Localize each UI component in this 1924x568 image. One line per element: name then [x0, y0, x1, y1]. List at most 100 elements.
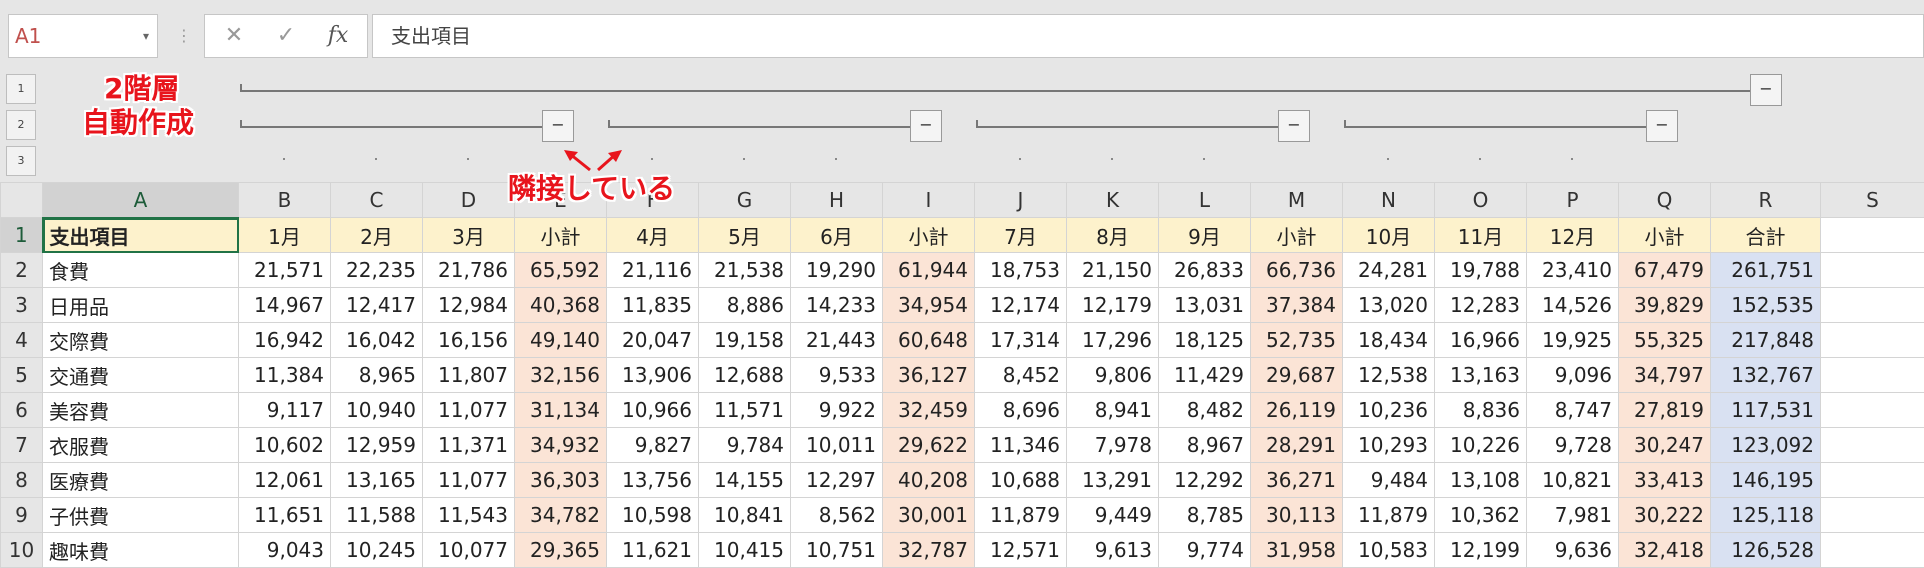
value-cell[interactable]: 11,571 [699, 393, 791, 428]
value-cell[interactable]: 13,165 [331, 463, 423, 498]
subtotal-cell[interactable]: 36,303 [515, 463, 607, 498]
value-cell[interactable]: 9,922 [791, 393, 883, 428]
value-cell[interactable]: 12,571 [975, 533, 1067, 568]
column-header[interactable]: N [1343, 183, 1435, 218]
category-cell[interactable]: 交通費 [43, 358, 239, 393]
value-cell[interactable]: 10,077 [423, 533, 515, 568]
category-cell[interactable]: 食費 [43, 253, 239, 288]
subtotal-cell[interactable]: 29,622 [883, 428, 975, 463]
subtotal-cell[interactable]: 31,958 [1251, 533, 1343, 568]
value-cell[interactable]: 9,533 [791, 358, 883, 393]
empty-cell[interactable] [1821, 218, 1924, 253]
row-header[interactable]: 1 [1, 218, 43, 253]
row-header[interactable]: 3 [1, 288, 43, 323]
value-cell[interactable]: 7,978 [1067, 428, 1159, 463]
value-cell[interactable]: 11,371 [423, 428, 515, 463]
row-header[interactable]: 6 [1, 393, 43, 428]
value-cell[interactable]: 10,583 [1343, 533, 1435, 568]
value-cell[interactable]: 14,526 [1527, 288, 1619, 323]
column-header[interactable]: C [331, 183, 423, 218]
value-cell[interactable]: 19,158 [699, 323, 791, 358]
header-cell[interactable]: 6月 [791, 218, 883, 253]
value-cell[interactable]: 9,636 [1527, 533, 1619, 568]
subtotal-cell[interactable]: 49,140 [515, 323, 607, 358]
header-cell[interactable]: 12月 [1527, 218, 1619, 253]
cell-a1[interactable]: 支出項目 [43, 218, 239, 253]
subtotal-cell[interactable]: 36,271 [1251, 463, 1343, 498]
value-cell[interactable]: 17,314 [975, 323, 1067, 358]
subtotal-cell[interactable]: 32,787 [883, 533, 975, 568]
value-cell[interactable]: 11,835 [607, 288, 699, 323]
row-header[interactable]: 10 [1, 533, 43, 568]
row-header[interactable]: 7 [1, 428, 43, 463]
value-cell[interactable]: 9,613 [1067, 533, 1159, 568]
value-cell[interactable]: 10,940 [331, 393, 423, 428]
value-cell[interactable]: 10,245 [331, 533, 423, 568]
subtotal-cell[interactable]: 32,459 [883, 393, 975, 428]
subtotal-cell[interactable]: 34,797 [1619, 358, 1711, 393]
value-cell[interactable]: 13,291 [1067, 463, 1159, 498]
header-cell[interactable]: 小計 [1251, 218, 1343, 253]
column-header[interactable]: M [1251, 183, 1343, 218]
column-header[interactable]: J [975, 183, 1067, 218]
value-cell[interactable]: 11,879 [1343, 498, 1435, 533]
header-cell[interactable]: 7月 [975, 218, 1067, 253]
subtotal-cell[interactable]: 61,944 [883, 253, 975, 288]
value-cell[interactable]: 10,226 [1435, 428, 1527, 463]
value-cell[interactable]: 9,784 [699, 428, 791, 463]
value-cell[interactable]: 8,452 [975, 358, 1067, 393]
value-cell[interactable]: 19,925 [1527, 323, 1619, 358]
value-cell[interactable]: 22,235 [331, 253, 423, 288]
subtotal-cell[interactable]: 34,932 [515, 428, 607, 463]
value-cell[interactable]: 8,696 [975, 393, 1067, 428]
value-cell[interactable]: 12,984 [423, 288, 515, 323]
value-cell[interactable]: 10,966 [607, 393, 699, 428]
category-cell[interactable]: 医療費 [43, 463, 239, 498]
value-cell[interactable]: 13,163 [1435, 358, 1527, 393]
value-cell[interactable]: 21,571 [239, 253, 331, 288]
category-cell[interactable]: 美容費 [43, 393, 239, 428]
column-header[interactable]: P [1527, 183, 1619, 218]
header-cell[interactable]: 1月 [239, 218, 331, 253]
header-cell[interactable]: 4月 [607, 218, 699, 253]
subtotal-cell[interactable]: 29,365 [515, 533, 607, 568]
column-header[interactable]: Q [1619, 183, 1711, 218]
total-cell[interactable]: 125,118 [1711, 498, 1821, 533]
value-cell[interactable]: 12,297 [791, 463, 883, 498]
header-cell[interactable]: 小計 [1619, 218, 1711, 253]
total-cell[interactable]: 126,528 [1711, 533, 1821, 568]
total-cell[interactable]: 146,195 [1711, 463, 1821, 498]
value-cell[interactable]: 17,296 [1067, 323, 1159, 358]
total-cell[interactable]: 123,092 [1711, 428, 1821, 463]
value-cell[interactable]: 16,966 [1435, 323, 1527, 358]
value-cell[interactable]: 10,598 [607, 498, 699, 533]
empty-cell[interactable] [1821, 498, 1924, 533]
vertical-dots-icon[interactable]: ⋮ [176, 24, 192, 48]
value-cell[interactable]: 9,117 [239, 393, 331, 428]
value-cell[interactable]: 10,293 [1343, 428, 1435, 463]
subtotal-cell[interactable]: 40,368 [515, 288, 607, 323]
value-cell[interactable]: 23,410 [1527, 253, 1619, 288]
subtotal-cell[interactable]: 28,291 [1251, 428, 1343, 463]
column-header[interactable]: R [1711, 183, 1821, 218]
subtotal-cell[interactable]: 66,736 [1251, 253, 1343, 288]
value-cell[interactable]: 16,942 [239, 323, 331, 358]
value-cell[interactable]: 8,886 [699, 288, 791, 323]
subtotal-cell[interactable]: 29,687 [1251, 358, 1343, 393]
value-cell[interactable]: 8,747 [1527, 393, 1619, 428]
value-cell[interactable]: 13,756 [607, 463, 699, 498]
value-cell[interactable]: 13,031 [1159, 288, 1251, 323]
value-cell[interactable]: 11,621 [607, 533, 699, 568]
header-cell[interactable]: 小計 [515, 218, 607, 253]
value-cell[interactable]: 18,753 [975, 253, 1067, 288]
value-cell[interactable]: 26,833 [1159, 253, 1251, 288]
header-cell[interactable]: 8月 [1067, 218, 1159, 253]
header-cell[interactable]: 9月 [1159, 218, 1251, 253]
value-cell[interactable]: 18,125 [1159, 323, 1251, 358]
value-cell[interactable]: 11,588 [331, 498, 423, 533]
value-cell[interactable]: 8,785 [1159, 498, 1251, 533]
column-header[interactable]: S [1821, 183, 1924, 218]
value-cell[interactable]: 16,042 [331, 323, 423, 358]
subtotal-cell[interactable]: 65,592 [515, 253, 607, 288]
total-cell[interactable]: 217,848 [1711, 323, 1821, 358]
